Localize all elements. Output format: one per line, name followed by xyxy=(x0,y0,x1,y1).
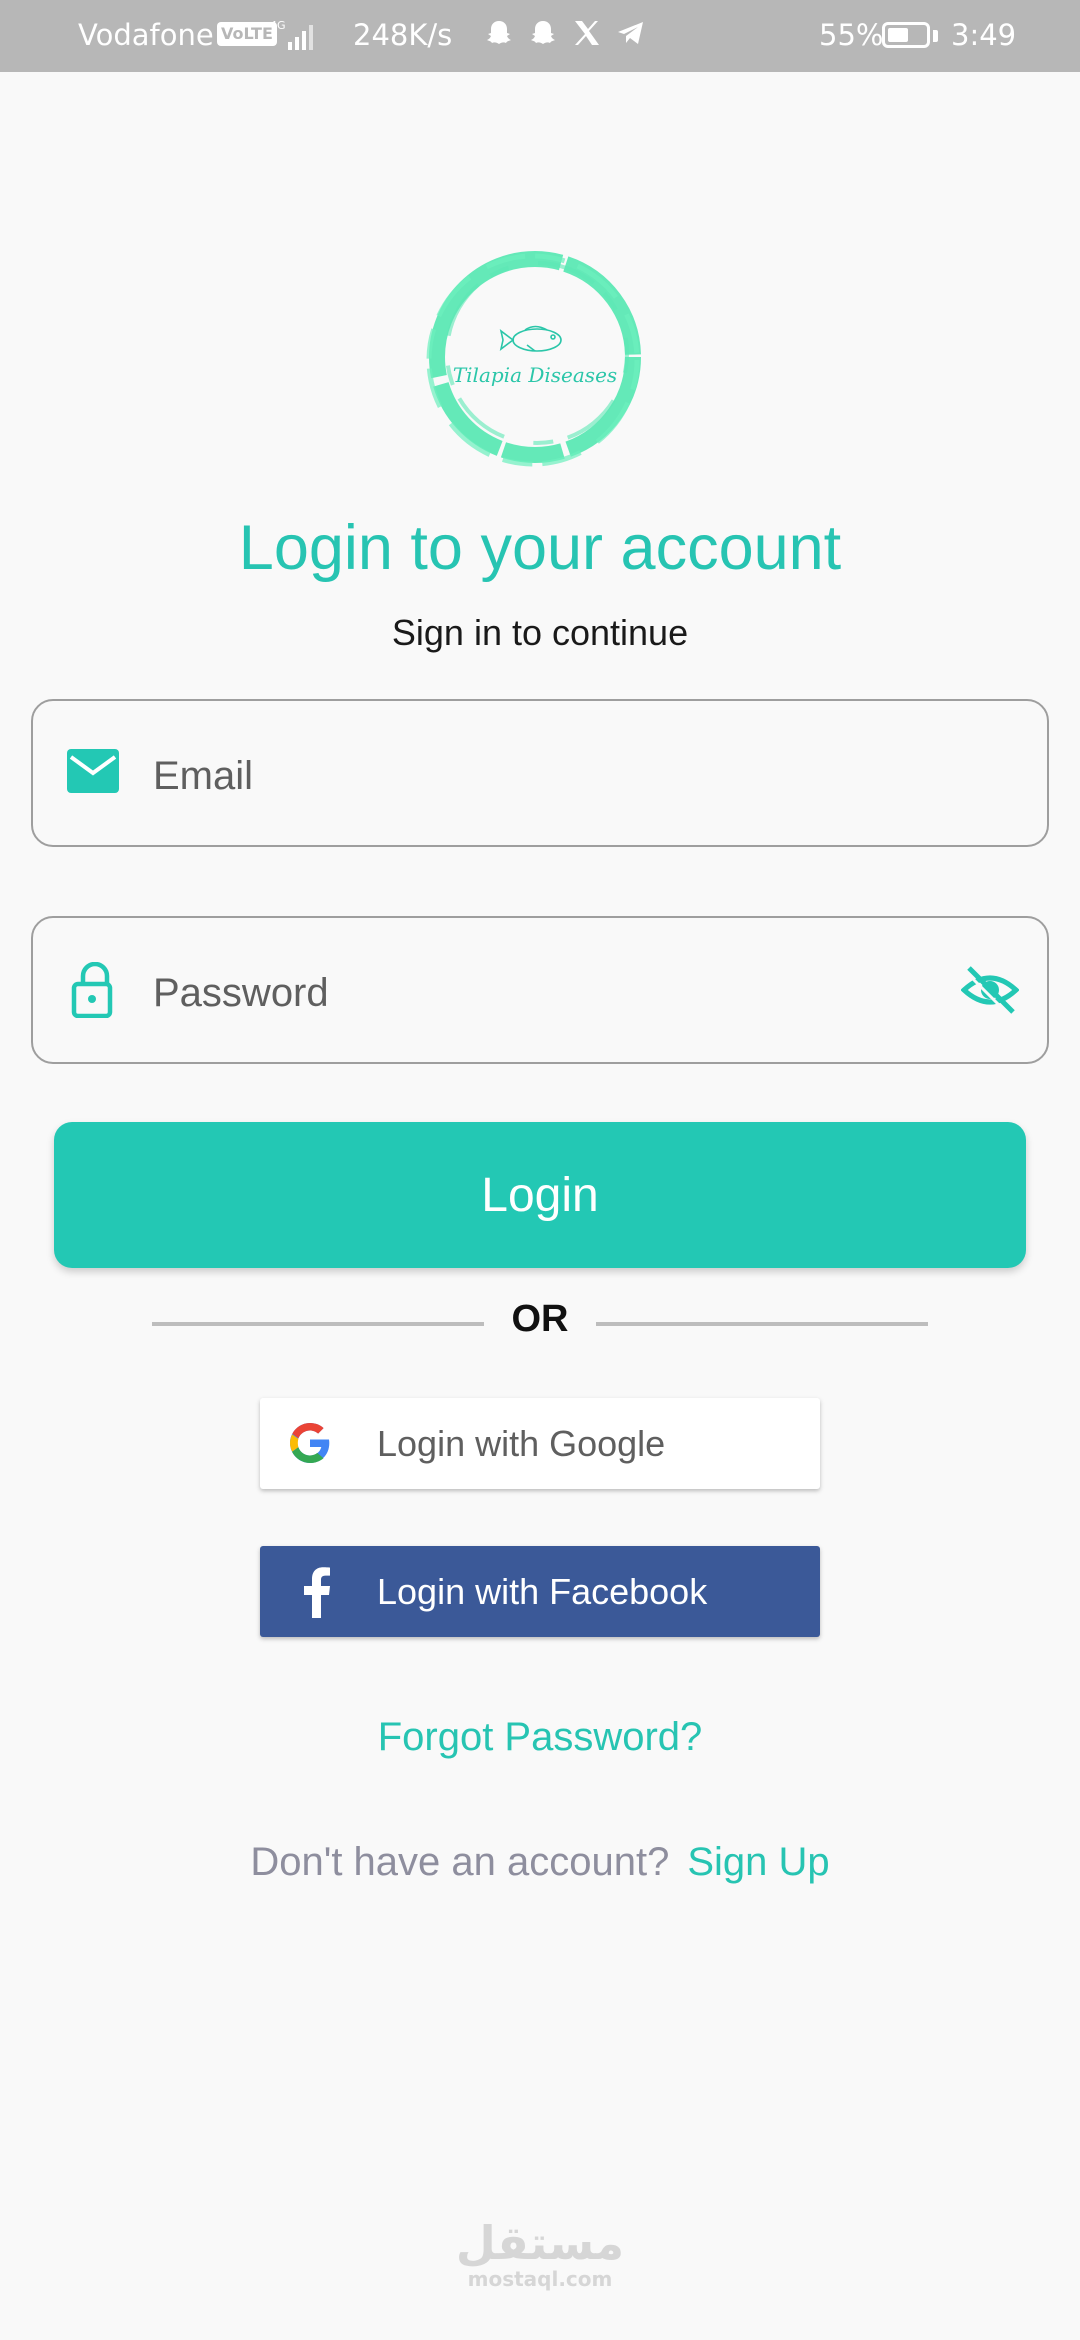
google-login-label: Login with Google xyxy=(377,1423,666,1464)
facebook-login-button[interactable]: Login with Facebook xyxy=(260,1546,820,1637)
brush-circle-logo xyxy=(426,251,641,467)
snapchat-icon xyxy=(487,21,511,44)
battery-percent: 55% xyxy=(819,18,884,52)
signup-link[interactable]: Sign Up xyxy=(687,1840,829,1884)
x-icon xyxy=(575,21,599,45)
facebook-login-label: Login with Facebook xyxy=(377,1571,708,1612)
login-button[interactable]: Login xyxy=(54,1122,1026,1268)
carrier-name: Vodafone xyxy=(78,18,214,52)
network-type: 4G xyxy=(270,19,286,32)
status-bar: Vodafone VoLTE 4G 248K/s 55% 3:49 xyxy=(0,0,1080,72)
network-speed: 248K/s xyxy=(353,18,453,52)
facebook-icon xyxy=(304,1567,330,1618)
signal-icon: 4G xyxy=(270,19,313,50)
divider-line-left xyxy=(152,1322,484,1326)
battery-tip xyxy=(933,30,938,42)
email-field[interactable] xyxy=(31,699,1049,847)
signup-row: Don't have an account? Sign Up xyxy=(0,1840,1080,1885)
divider-line-right xyxy=(596,1322,928,1326)
telegram-icon xyxy=(618,22,643,44)
mail-icon xyxy=(67,749,119,793)
forgot-password-link[interactable]: Forgot Password? xyxy=(0,1715,1080,1760)
visibility-off-icon[interactable] xyxy=(961,964,1019,1016)
password-field[interactable] xyxy=(31,916,1049,1064)
page-subtitle: Sign in to continue xyxy=(391,612,689,653)
battery-level xyxy=(888,28,908,42)
divider-text: OR xyxy=(511,1298,569,1340)
notification-icons xyxy=(484,18,646,48)
page-title: Login to your account xyxy=(238,513,842,583)
watermark-latin: mostaql.com xyxy=(467,2267,613,2291)
password-input[interactable] xyxy=(151,948,955,1038)
no-account-text: Don't have an account? xyxy=(250,1840,670,1884)
clock: 3:49 xyxy=(951,18,1017,52)
battery-icon xyxy=(882,22,930,48)
watermark: مستقل mostaql.com xyxy=(0,2218,1080,2290)
google-login-button[interactable]: Login with Google xyxy=(260,1398,820,1489)
app-logo: Tilapia Diseases xyxy=(415,235,655,480)
lock-icon xyxy=(71,962,113,1018)
fish-icon xyxy=(499,325,562,352)
email-input[interactable] xyxy=(151,731,955,821)
watermark-arabic: مستقل xyxy=(455,2216,625,2270)
volte-badge: VoLTE xyxy=(217,22,277,46)
snapchat-icon xyxy=(531,21,555,44)
google-icon xyxy=(290,1423,330,1463)
logo-text: Tilapia Diseases xyxy=(452,363,618,387)
